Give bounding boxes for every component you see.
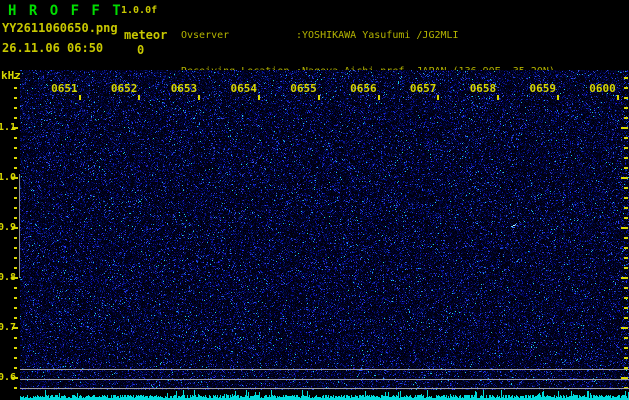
freq-minor-tick [14,107,17,109]
info-value: :YOSHIKAWA Yasufumi /JG2MLI [296,30,459,41]
time-tick-label: 0652 [106,82,137,95]
freq-major-tick [12,327,18,329]
filename-label: YY2611060650.png [2,21,118,35]
freq-minor-tick-right [624,117,628,119]
freq-minor-tick [14,257,17,259]
freq-minor-tick [14,357,17,359]
freq-major-tick-right [621,327,628,329]
freq-minor-tick [14,317,17,319]
freq-minor-tick [14,197,17,199]
time-tick-label: 0600 [585,82,616,95]
freq-major-tick [12,127,18,129]
time-tick [617,95,619,100]
freq-minor-tick-right [624,87,628,89]
freq-major-tick-right [621,127,628,129]
mode-label: meteor [124,28,167,42]
freq-minor-tick-right [624,257,628,259]
freq-minor-tick-right [624,157,628,159]
time-tick-label: 0654 [226,82,257,95]
freq-minor-tick [14,287,17,289]
freq-minor-tick [14,117,17,119]
time-tick-label: 0655 [286,82,317,95]
freq-minor-tick [14,157,17,159]
time-tick [557,95,559,100]
app-title: H R O F F T [8,3,123,19]
time-tick [138,95,140,100]
info-row-observer: Ovserver:YOSHIKAWA Yasufumi /JG2MLI [181,30,555,42]
time-tick [318,95,320,100]
time-tick-label: 0658 [465,82,496,95]
time-tick-label: 0656 [346,82,377,95]
noise-meter-canvas [20,390,629,400]
time-tick-label: 0651 [47,82,78,95]
freq-minor-tick-right [624,217,628,219]
scale-marker-line [19,174,20,278]
freq-minor-tick [14,237,17,239]
freq-minor-tick-right [624,107,628,109]
freq-minor-tick [14,347,17,349]
freq-major-tick [12,177,18,179]
freq-minor-tick [14,337,17,339]
freq-minor-tick [14,387,17,389]
freq-minor-tick [14,87,17,89]
freq-minor-tick-right [624,207,628,209]
freq-minor-tick [14,247,17,249]
freq-major-tick-right [621,227,628,229]
time-tick-label: 0659 [525,82,556,95]
time-tick [198,95,200,100]
freq-minor-tick [14,187,17,189]
freq-minor-tick [14,167,17,169]
meteor-count: 0 [137,43,144,57]
time-tick-label: 0657 [405,82,436,95]
freq-minor-tick [14,137,17,139]
info-label: Ovserver [181,30,296,42]
freq-minor-tick-right [624,247,628,249]
freq-minor-tick-right [624,317,628,319]
time-tick [378,95,380,100]
freq-minor-tick-right [624,357,628,359]
freq-minor-tick [14,297,17,299]
freq-major-tick-right [621,177,628,179]
freq-minor-tick-right [624,287,628,289]
freq-minor-tick-right [624,137,628,139]
time-tick [437,95,439,100]
freq-minor-tick [14,97,17,99]
freq-minor-tick-right [624,187,628,189]
freq-minor-tick-right [624,167,628,169]
timestamp-label: 26.11.06 06:50 [2,41,103,55]
time-tick [79,95,81,100]
freq-minor-tick-right [624,77,628,79]
carrier-line [20,388,629,389]
freq-minor-tick [14,217,17,219]
time-tick [497,95,499,100]
time-tick-label: 0653 [166,82,197,95]
freq-minor-tick-right [624,267,628,269]
freq-axis-unit: kHz [1,69,21,82]
spectrogram-canvas [20,70,629,390]
version-label: 1.0.0f [121,5,157,16]
freq-minor-tick-right [624,307,628,309]
freq-major-tick [12,227,18,229]
freq-minor-tick-right [624,97,628,99]
freq-minor-tick [14,147,17,149]
freq-minor-tick [14,77,17,79]
freq-minor-tick [14,367,17,369]
freq-minor-tick [14,307,17,309]
freq-minor-tick-right [624,147,628,149]
freq-minor-tick [14,267,17,269]
freq-minor-tick-right [624,337,628,339]
freq-minor-tick [14,207,17,209]
time-tick [258,95,260,100]
hrofft-screen: H R O F F T 1.0.0f YY2611060650.png mete… [0,0,629,400]
freq-major-tick-right [621,277,628,279]
freq-minor-tick-right [624,297,628,299]
carrier-line [20,369,629,370]
freq-minor-tick-right [624,237,628,239]
freq-major-tick [12,277,18,279]
freq-major-tick [12,377,18,379]
carrier-line [20,379,629,380]
freq-minor-tick-right [624,347,628,349]
freq-minor-tick-right [624,197,628,199]
